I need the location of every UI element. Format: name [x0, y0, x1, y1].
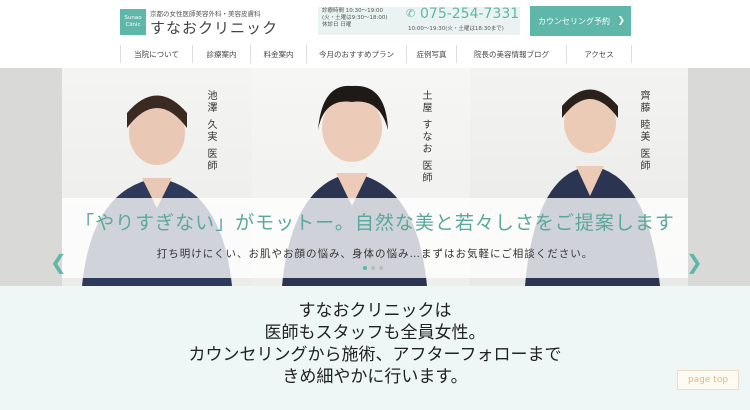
nav-monthly-plan[interactable]: 今月のおすすめプラン — [306, 45, 406, 63]
intro-line: すなおクリニックは — [298, 301, 452, 321]
hours-line: 休診日 日曜 — [322, 22, 352, 28]
nav-director-blog[interactable]: 院長の美容情報ブログ — [456, 45, 566, 63]
slider-next-arrow-icon[interactable]: ❯ — [686, 250, 703, 274]
slider-dot[interactable] — [363, 266, 367, 270]
intro-line: 医師もスタッフも全員女性。 — [264, 323, 486, 343]
phone-hours: 10:00～19:30(火・土曜は18:30まで) — [408, 26, 504, 32]
chevron-right-icon: ❯ — [617, 16, 625, 26]
hours-line: 診療時間 10:30～19:00 — [322, 8, 383, 14]
hero-slogan: 「やりすぎない」がモットー。自然な美と若々しさをご提案します — [75, 212, 675, 234]
main-nav: 当院について 診療案内 料金案内 今月のおすすめプラン 症例写真 院長の美容情報… — [120, 45, 632, 63]
cta-label: カウンセリング予約 — [538, 16, 610, 26]
intro-text: すなおクリニックは 医師もスタッフも全員女性。 カウンセリングから施術、アフター… — [0, 300, 750, 388]
slider-dot[interactable] — [371, 266, 375, 270]
office-hours: 診療時間 10:30～19:00 (火・土曜は9:30～18:00) 休診日 日… — [322, 8, 402, 29]
hours-line: (火・土曜は9:30～18:00) — [322, 15, 388, 21]
slider-pagination — [363, 266, 383, 270]
nav-about[interactable]: 当院について — [120, 45, 192, 63]
slider-dot[interactable] — [379, 266, 383, 270]
nav-case-photos[interactable]: 症例写真 — [406, 45, 456, 63]
phone-icon: ✆ — [406, 7, 416, 20]
nav-pricing[interactable]: 料金案内 — [250, 45, 306, 63]
doctor-name-label: 齊藤 睦美 医師 — [638, 90, 649, 173]
slider-prev-arrow-icon[interactable]: ❮ — [50, 250, 67, 274]
clinic-name[interactable]: すなおクリニック — [150, 17, 278, 38]
phone-number[interactable]: 075-254-7331 — [420, 6, 519, 22]
hero-sub-slogan: 打ち明けにくい、お肌やお顔の悩み、身体の悩み…まずはお気軽にご相談ください。 — [156, 248, 594, 260]
clinic-logo[interactable]: Sunao Clinic — [120, 9, 146, 35]
nav-services[interactable]: 診療案内 — [192, 45, 250, 63]
page-top-button[interactable]: page top — [677, 370, 739, 390]
intro-line: きめ細やかに行います。 — [282, 367, 468, 387]
doctor-name-label: 土屋 すなお 医師 — [420, 90, 431, 185]
counseling-reservation-button[interactable]: カウンセリング予約 ❯ — [530, 6, 631, 36]
doctor-name-label: 池澤 久実 医師 — [205, 90, 216, 173]
intro-line: カウンセリングから施術、アフターフォローまで — [188, 345, 562, 365]
site-header: Sunao Clinic 京都の女性医師美容外科・美容皮膚科 すなおクリニック … — [0, 0, 750, 68]
nav-access[interactable]: アクセス — [566, 45, 632, 63]
